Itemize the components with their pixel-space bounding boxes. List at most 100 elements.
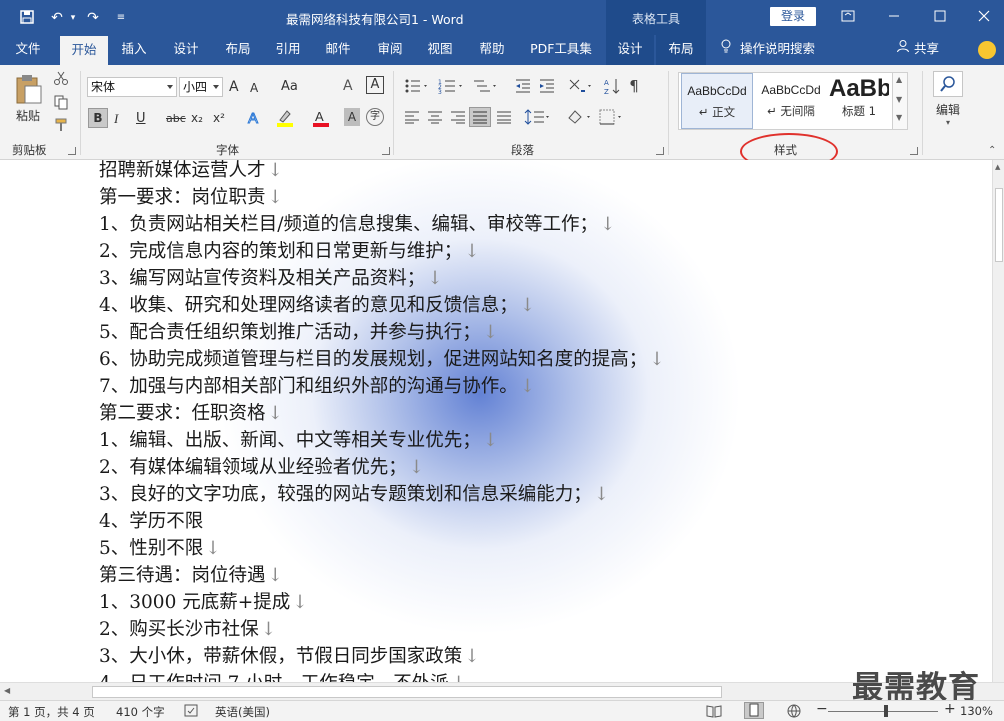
login-button[interactable]: 登录	[770, 7, 816, 26]
align-center-icon[interactable]	[427, 110, 443, 124]
copy-icon[interactable]	[52, 94, 70, 112]
line-spacing-icon[interactable]	[524, 108, 552, 126]
scroll-left-icon[interactable]: ◀	[4, 686, 10, 695]
editing-button[interactable]: 编辑 ▾	[930, 71, 966, 133]
grow-font-button[interactable]: A	[229, 79, 239, 95]
close-icon[interactable]	[976, 8, 996, 26]
character-border-button[interactable]: A	[366, 76, 384, 94]
undo-dropdown-icon[interactable]: ▾	[64, 9, 82, 27]
text-effects-icon[interactable]: A	[244, 108, 264, 128]
superscript-button[interactable]: x²	[213, 111, 225, 125]
doc-line: 6、协助完成频道管理与栏目的发展规划，促进网站知名度的提高； ↓	[99, 349, 665, 370]
format-painter-icon[interactable]	[52, 117, 70, 135]
tab-table-layout[interactable]: 布局	[656, 35, 706, 65]
decrease-indent-icon[interactable]	[514, 78, 532, 94]
font-dialog-launcher[interactable]	[382, 147, 390, 155]
tell-me-search[interactable]: 操作说明搜索	[720, 35, 815, 65]
save-icon[interactable]	[18, 9, 36, 27]
change-case-button[interactable]: Aa	[281, 79, 298, 94]
customize-quick-access-icon[interactable]: ≡	[112, 9, 130, 27]
zoom-in-button[interactable]: +	[944, 701, 956, 717]
tab-layout[interactable]: 布局	[216, 35, 260, 65]
align-right-icon[interactable]	[450, 110, 466, 124]
shrink-font-button[interactable]: A	[250, 81, 258, 95]
shading-icon[interactable]	[566, 108, 594, 126]
borders-icon[interactable]	[598, 108, 626, 126]
tab-home[interactable]: 开始	[60, 35, 108, 65]
subscript-button[interactable]: x₂	[191, 111, 203, 125]
paragraph-dialog-launcher[interactable]	[656, 147, 664, 155]
proofing-icon[interactable]	[184, 704, 200, 718]
styles-down-icon[interactable]: ▼	[896, 95, 902, 104]
enclose-characters-button[interactable]: 字	[366, 108, 384, 126]
paste-button[interactable]: 粘贴	[10, 71, 46, 137]
print-layout-icon[interactable]	[744, 702, 764, 719]
sort-icon[interactable]: AZ	[604, 77, 620, 96]
zoom-slider[interactable]	[828, 711, 938, 712]
paste-label: 粘贴	[15, 109, 40, 123]
maximize-icon[interactable]	[932, 8, 952, 26]
justify-icon[interactable]	[469, 107, 491, 127]
clipboard-dialog-launcher[interactable]	[68, 147, 76, 155]
chinese-layout-icon[interactable]	[567, 77, 595, 95]
vertical-scroll-thumb[interactable]	[995, 188, 1003, 262]
font-name-dropdown[interactable]: 宋体	[87, 77, 177, 97]
share-button[interactable]: 共享	[896, 35, 939, 65]
status-bar: 第 1 页，共 4 页 410 个字 英语(美国) − + 130%	[0, 700, 1004, 721]
tab-design[interactable]: 设计	[164, 35, 208, 65]
tab-file[interactable]: 文件	[6, 35, 50, 65]
character-shading-button[interactable]: A	[344, 108, 360, 126]
tab-mailings[interactable]: 邮件	[316, 35, 360, 65]
font-color-icon[interactable]: A	[310, 108, 332, 128]
tab-insert[interactable]: 插入	[112, 35, 156, 65]
bold-button[interactable]: B	[88, 108, 108, 128]
doc-line: 2、购买长沙市社保 ↓	[99, 619, 277, 640]
tab-review[interactable]: 审阅	[368, 35, 412, 65]
svg-text:A: A	[604, 79, 609, 87]
scroll-up-icon[interactable]: ▲	[995, 163, 1000, 171]
ribbon-display-options-icon[interactable]	[840, 8, 860, 26]
vertical-scrollbar[interactable]: ▲	[992, 160, 1004, 682]
zoom-out-button[interactable]: −	[816, 701, 828, 717]
styles-up-icon[interactable]: ▲	[896, 75, 902, 84]
style-normal[interactable]: AaBbCcDd ↵ 正文	[681, 73, 753, 129]
styles-dialog-launcher[interactable]	[910, 147, 918, 155]
title-bar: ↶ ▾ ↷ ≡ 最需网络科技有限公司1 - Word 表格工具 登录	[0, 0, 1004, 65]
increase-indent-icon[interactable]	[538, 78, 556, 94]
zoom-slider-thumb[interactable]	[884, 705, 888, 717]
bullets-icon[interactable]	[404, 78, 430, 94]
tab-table-design[interactable]: 设计	[606, 35, 654, 65]
horizontal-scroll-thumb[interactable]	[92, 686, 722, 698]
tab-pdf-tools[interactable]: PDF工具集	[526, 35, 596, 65]
document-page[interactable]: 招聘新媒体运营人才 ↓ 第一要求：岗位职责 ↓ 1、负责网站相关栏目/频道的信息搜集…	[0, 160, 992, 682]
cut-icon[interactable]	[52, 70, 70, 88]
lightbulb-icon	[720, 35, 736, 63]
styles-more-icon[interactable]: ▼	[896, 113, 902, 122]
clear-formatting-button[interactable]: A	[343, 78, 353, 94]
feedback-smiley-icon[interactable]	[978, 41, 996, 59]
redo-icon[interactable]: ↷	[84, 9, 102, 27]
numbering-icon[interactable]: 123	[438, 78, 466, 96]
underline-button[interactable]: U	[136, 111, 146, 126]
tab-help[interactable]: 帮助	[470, 35, 514, 65]
multilevel-list-icon[interactable]	[472, 78, 500, 94]
align-left-icon[interactable]	[404, 110, 420, 124]
distributed-icon[interactable]	[496, 110, 512, 124]
tab-view[interactable]: 视图	[418, 35, 462, 65]
strikethrough-button[interactable]: abc	[166, 112, 186, 125]
font-size-dropdown[interactable]: 小四	[179, 77, 223, 97]
page-count[interactable]: 第 1 页，共 4 页	[8, 704, 95, 720]
highlight-color-icon[interactable]	[274, 108, 298, 128]
style-no-spacing[interactable]: AaBbCcDd ↵ 无间隔	[755, 73, 827, 129]
show-formatting-marks-icon[interactable]: ¶	[626, 77, 642, 95]
style-heading-1[interactable]: AaBb 标题 1	[829, 73, 889, 129]
italic-button[interactable]: I	[114, 111, 118, 127]
tab-references[interactable]: 引用	[266, 35, 310, 65]
language[interactable]: 英语(美国)	[215, 704, 270, 720]
collapse-ribbon-icon[interactable]: ⌃	[988, 145, 996, 156]
zoom-level[interactable]: 130%	[960, 704, 993, 718]
minimize-icon[interactable]	[886, 8, 906, 26]
read-mode-icon[interactable]	[706, 704, 722, 718]
web-layout-icon[interactable]	[786, 704, 802, 718]
word-count[interactable]: 410 个字	[116, 704, 165, 720]
